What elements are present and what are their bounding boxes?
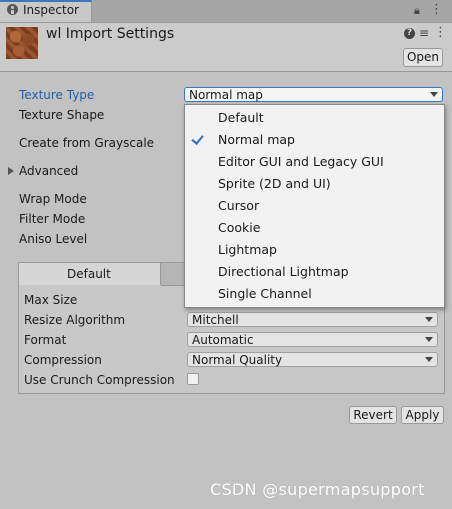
texture-type-value: Normal map [189, 88, 263, 102]
format-dropdown[interactable]: Automatic [187, 332, 438, 347]
texture-shape-label: Texture Shape [19, 108, 105, 122]
popup-option-cursor[interactable]: Cursor [185, 195, 444, 217]
aniso-level-label: Aniso Level [19, 232, 88, 246]
chevron-down-icon [425, 357, 433, 362]
lock-icon[interactable]: 🔒︎ [414, 4, 420, 18]
open-button[interactable]: Open [403, 48, 443, 67]
format-value: Automatic [192, 333, 254, 347]
resize-algorithm-label: Resize Algorithm [24, 313, 126, 327]
platform-tab-default-label: Default [67, 267, 111, 281]
crunch-compression-checkbox[interactable] [187, 373, 199, 385]
more-vertical-icon[interactable]: ⋮ [434, 25, 447, 40]
resize-algorithm-value: Mitchell [192, 313, 239, 327]
texture-type-dropdown[interactable]: Normal map [184, 87, 443, 102]
popup-option-normal-map[interactable]: Normal map [185, 129, 444, 151]
asset-title: wl Import Settings [46, 26, 175, 42]
chevron-down-icon [430, 92, 438, 97]
apply-button[interactable]: Apply [401, 406, 444, 424]
watermark-text: CSDN @supermapsupport [210, 480, 425, 499]
create-from-grayscale-label: Create from Grayscale [19, 136, 155, 150]
tab-inspector-label: Inspector [23, 3, 79, 17]
format-label: Format [24, 333, 67, 347]
chevron-down-icon [425, 337, 433, 342]
texture-type-popup: Default Normal map Editor GUI and Legacy… [184, 104, 445, 308]
compression-value: Normal Quality [192, 353, 283, 367]
texture-thumbnail [6, 27, 38, 59]
help-icon[interactable]: ? [404, 28, 415, 39]
inspector-icon [7, 4, 18, 15]
popup-option-lightmap[interactable]: Lightmap [185, 239, 444, 261]
resize-algorithm-dropdown[interactable]: Mitchell [187, 312, 438, 327]
revert-button[interactable]: Revert [349, 406, 397, 424]
checkmark-icon [191, 132, 204, 145]
foldout-arrow-icon[interactable] [8, 167, 14, 175]
compression-label: Compression [24, 353, 102, 367]
popup-option-default[interactable]: Default [185, 107, 444, 129]
compression-dropdown[interactable]: Normal Quality [187, 352, 438, 367]
popup-option-single-channel[interactable]: Single Channel [185, 283, 444, 305]
crunch-compression-label: Use Crunch Compression [24, 373, 175, 387]
advanced-foldout[interactable]: Advanced [19, 164, 78, 178]
filter-mode-label: Filter Mode [19, 212, 86, 226]
max-size-label: Max Size [24, 293, 78, 307]
sliders-icon[interactable]: ≡ [419, 26, 429, 40]
popup-option-editor-gui[interactable]: Editor GUI and Legacy GUI [185, 151, 444, 173]
popup-option-directional-lightmap[interactable]: Directional Lightmap [185, 261, 444, 283]
popup-option-cookie[interactable]: Cookie [185, 217, 444, 239]
texture-type-label: Texture Type [19, 88, 95, 102]
popup-option-sprite[interactable]: Sprite (2D and UI) [185, 173, 444, 195]
more-menu-icon[interactable]: ⋮ [430, 2, 443, 17]
wrap-mode-label: Wrap Mode [19, 192, 87, 206]
chevron-down-icon [425, 317, 433, 322]
